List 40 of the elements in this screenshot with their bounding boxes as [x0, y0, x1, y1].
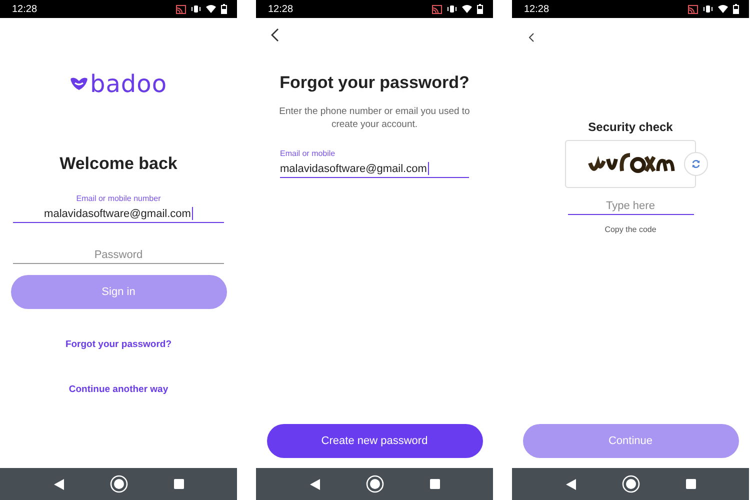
wifi-icon — [462, 5, 472, 13]
recents-icon[interactable] — [686, 479, 696, 489]
home-icon[interactable] — [622, 475, 640, 493]
vibrate-icon — [447, 5, 457, 13]
logo-wordmark: badoo — [90, 70, 168, 98]
screen-title: Forgot your password? — [280, 73, 470, 93]
home-icon[interactable] — [110, 475, 128, 493]
back-icon[interactable] — [54, 478, 64, 490]
refresh-button[interactable] — [684, 152, 708, 176]
screen-title: Security check — [588, 120, 673, 134]
cast-icon — [688, 4, 698, 14]
cast-icon — [176, 4, 186, 14]
refresh-icon — [691, 159, 701, 169]
screen-title: Welcome back — [60, 154, 178, 174]
text-link[interactable]: Continue another way — [68, 384, 168, 395]
recents-icon[interactable] — [430, 479, 440, 489]
text-field[interactable]: Email or mobile number malavidasoftware@gmail.com — [13, 194, 224, 223]
back-icon[interactable] — [566, 478, 576, 490]
cast-icon — [432, 4, 442, 14]
battery-icon — [733, 4, 739, 14]
recents-icon[interactable] — [174, 479, 184, 489]
hint-text: Copy the code — [604, 225, 656, 234]
text-field[interactable]: Type here — [568, 200, 694, 215]
clock-time: 12:28 — [12, 4, 38, 14]
text-link[interactable]: Forgot your password? — [65, 339, 172, 350]
vibrate-icon — [191, 5, 201, 13]
clock-time: 12:28 — [268, 4, 294, 14]
battery-icon — [477, 4, 483, 14]
home-icon[interactable] — [366, 475, 384, 493]
primary-button[interactable]: Create new password — [266, 424, 482, 458]
description-text: Enter the phone number or email you used to create your account. — [278, 105, 471, 131]
vibrate-icon — [703, 5, 713, 13]
battery-icon — [221, 4, 227, 14]
text-field[interactable]: Email or mobile malavidasoftware@gmail.com — [280, 149, 469, 178]
wifi-icon — [718, 5, 728, 13]
wifi-icon — [206, 5, 216, 13]
clock-time: 12:28 — [524, 4, 550, 14]
back-icon[interactable] — [310, 478, 320, 490]
heart-logo-icon — [70, 77, 88, 91]
text-field[interactable]: Password — [13, 249, 224, 264]
